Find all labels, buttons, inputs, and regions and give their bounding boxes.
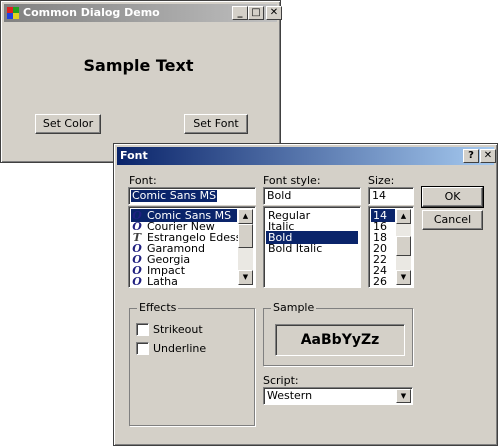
sample-group: Sample AaBbYyZz — [263, 302, 413, 366]
font-dialog-title: Font — [120, 149, 148, 162]
size-list[interactable]: 14 16 18 20 22 24 26 ▲ ▼ — [368, 206, 414, 288]
effects-group: Effects Strikeout Underline — [129, 302, 255, 426]
font-dialog: Font ? ✕ Font: Comic Sans MS O Comic Sans… — [113, 143, 498, 446]
list-item[interactable]: 26 — [371, 275, 395, 288]
size-value: 14 — [372, 189, 386, 202]
font-name-input[interactable]: Comic Sans MS — [128, 187, 256, 205]
sample-label: Sample — [271, 301, 317, 314]
chevron-down-icon[interactable]: ▼ — [396, 389, 411, 403]
list-item-label: Latha — [147, 275, 178, 288]
scroll-down-arrow-icon[interactable]: ▼ — [238, 270, 253, 285]
list-item[interactable]: O Latha — [131, 275, 237, 288]
ok-button[interactable]: OK — [421, 186, 484, 208]
script-label: Script: — [263, 374, 299, 387]
cancel-button[interactable]: Cancel — [422, 210, 483, 230]
demo-titlebar[interactable]: Common Dialog Demo _ □ ✕ — [4, 4, 282, 22]
effects-label: Effects — [137, 301, 179, 314]
font-dialog-titlebar[interactable]: Font ? ✕ — [117, 147, 496, 165]
size-input[interactable]: 14 — [368, 187, 414, 205]
sample-preview-text: AaBbYyZz — [300, 332, 380, 348]
list-item-label: Bold Italic — [268, 242, 323, 255]
opentype-icon: O — [132, 275, 142, 288]
font-style-list[interactable]: Regular Italic Bold Bold Italic — [263, 206, 361, 288]
scroll-thumb[interactable] — [238, 224, 253, 248]
font-style-value: Bold — [267, 189, 292, 202]
strikeout-checkbox[interactable] — [136, 323, 149, 336]
close-button[interactable]: ✕ — [266, 6, 282, 20]
scroll-thumb[interactable] — [396, 236, 411, 256]
demo-title: Common Dialog Demo — [23, 6, 160, 19]
script-value: Western — [267, 389, 313, 402]
scroll-up-arrow-icon[interactable]: ▲ — [396, 209, 411, 224]
sample-text-label: Sample Text — [83, 56, 194, 75]
scroll-up-arrow-icon[interactable]: ▲ — [238, 209, 253, 224]
list-item-label: 26 — [373, 275, 387, 288]
app-icon — [6, 6, 20, 20]
list-item[interactable]: Bold Italic — [266, 242, 358, 255]
scroll-down-arrow-icon[interactable]: ▼ — [396, 270, 411, 285]
maximize-button[interactable]: □ — [248, 6, 264, 20]
font-style-input[interactable]: Bold — [263, 187, 361, 205]
size-list-scrollbar[interactable]: ▲ ▼ — [396, 209, 411, 285]
demo-window: Common Dialog Demo _ □ ✕ Sample Text Set… — [0, 0, 282, 163]
size-label: Size: — [368, 174, 395, 187]
font-list-scrollbar[interactable]: ▲ ▼ — [238, 209, 253, 285]
underline-checkbox[interactable] — [136, 342, 149, 355]
dialog-close-button[interactable]: ✕ — [480, 149, 496, 163]
font-style-label: Font style: — [263, 174, 321, 187]
font-list[interactable]: O Comic Sans MS O Courier New T Estrangelo Ed… — [128, 206, 256, 288]
script-select[interactable]: Western ▼ — [263, 387, 413, 405]
set-color-button[interactable]: Set Color — [35, 114, 101, 134]
underline-label[interactable]: Underline — [153, 342, 206, 355]
sample-preview: AaBbYyZz — [275, 324, 405, 356]
font-name-value: Comic Sans MS — [131, 189, 218, 202]
help-button[interactable]: ? — [463, 149, 479, 163]
set-font-button[interactable]: Set Font — [184, 114, 248, 134]
font-label: Font: — [129, 174, 157, 187]
strikeout-label[interactable]: Strikeout — [153, 323, 203, 336]
minimize-button[interactable]: _ — [232, 6, 248, 20]
